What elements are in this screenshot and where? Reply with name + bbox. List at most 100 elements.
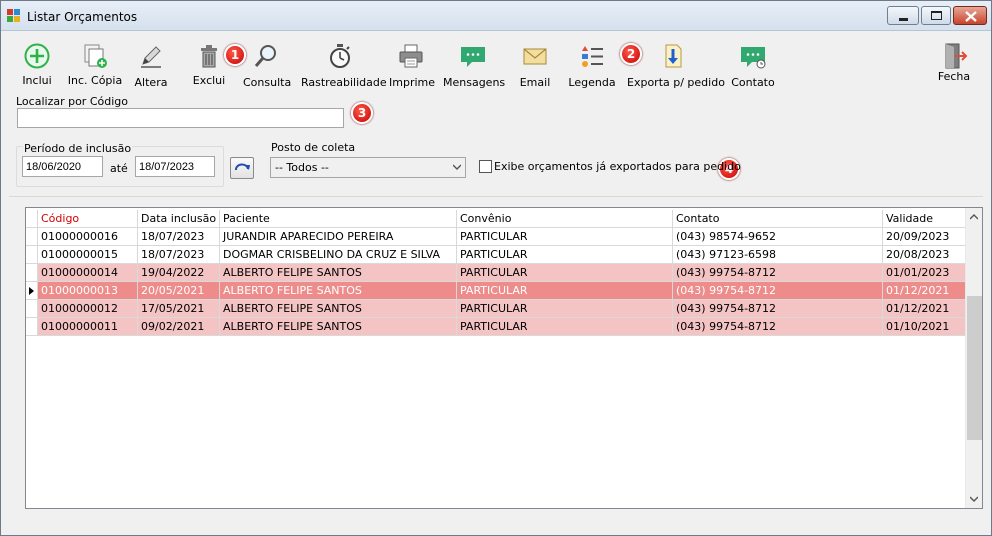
grid-cell-paciente[interactable]: JURANDIR APARECIDO PEREIRA [220, 228, 457, 246]
close-window-button[interactable] [953, 6, 987, 25]
maximize-button[interactable] [921, 6, 951, 25]
grid-column-header[interactable]: Código [38, 210, 138, 228]
grid-cell-data[interactable]: 19/04/2022 [138, 264, 220, 282]
exported-checkbox[interactable] [479, 160, 492, 173]
grid-column-header[interactable]: Paciente [220, 210, 457, 228]
grid-cell-validade[interactable]: 01/01/2023 [883, 264, 966, 282]
grid-cell-codigo[interactable]: 01000000015 [38, 246, 138, 264]
export-document-icon [665, 44, 682, 68]
grid-cell-validade[interactable]: 01/10/2021 [883, 318, 966, 336]
refresh-icon [235, 163, 250, 171]
grid-column-header[interactable]: Validade [883, 210, 966, 228]
title-bar[interactable]: Listar Orçamentos [1, 1, 991, 31]
consulta-label: Consulta [243, 76, 292, 89]
grid-cell-codigo[interactable]: 01000000012 [38, 300, 138, 318]
grid-cell-validade[interactable]: 20/09/2023 [883, 228, 966, 246]
envelope-icon [523, 48, 547, 65]
grid-row-indicator[interactable] [26, 282, 38, 300]
grid-column-header[interactable]: Convênio [457, 210, 673, 228]
grid-cell-convenio[interactable]: PARTICULAR [457, 228, 673, 246]
exclui-label: Exclui [192, 74, 226, 87]
inc-copia-button[interactable]: Inc. Cópia [67, 40, 123, 90]
altera-label: Altera [134, 76, 168, 89]
exported-checkbox-label[interactable]: Exibe orçamentos já exportados para pedi… [494, 160, 741, 173]
consulta-button[interactable]: Consulta [243, 40, 292, 90]
vertical-scrollbar[interactable] [965, 208, 982, 508]
altera-button[interactable]: Altera [131, 40, 171, 90]
grid-cell-codigo[interactable]: 01000000016 [38, 228, 138, 246]
grid-cell-codigo[interactable]: 01000000011 [38, 318, 138, 336]
grid-cell-data[interactable]: 09/02/2021 [138, 318, 220, 336]
grid-cell-codigo[interactable]: 01000000013 [38, 282, 138, 300]
grid-cell-validade[interactable]: 01/12/2021 [883, 300, 966, 318]
toolbar: Inclui Inc. Cópia Altera Exclui Consulta… [1, 32, 991, 90]
period-label: Período de inclusão [23, 142, 133, 155]
grid-cell-paciente[interactable]: ALBERTO FELIPE SANTOS [220, 300, 457, 318]
inc-copia-label: Inc. Cópia [67, 74, 123, 87]
grid-cell-contato[interactable]: (043) 99754-8712 [673, 300, 883, 318]
grid-cell-contato[interactable]: (043) 99754-8712 [673, 318, 883, 336]
period-from-input[interactable] [22, 156, 103, 177]
minimize-icon [899, 18, 908, 21]
grid-cell-convenio[interactable]: PARTICULAR [457, 264, 673, 282]
exclui-button[interactable]: Exclui [187, 40, 231, 90]
rastreabilidade-button[interactable]: Rastreabilidade [301, 40, 387, 90]
grid-row-indicator[interactable] [26, 318, 38, 336]
scroll-thumb[interactable] [967, 296, 982, 440]
magnifier-icon [254, 45, 276, 67]
refresh-button[interactable] [230, 157, 254, 179]
inclui-button[interactable]: Inclui [15, 40, 59, 90]
grid-cell-paciente[interactable]: ALBERTO FELIPE SANTOS [220, 318, 457, 336]
scroll-up-icon[interactable] [970, 213, 978, 221]
grid-row-indicator[interactable] [26, 228, 38, 246]
callout-badge-1: 1 [224, 44, 246, 66]
period-separator: até [110, 162, 128, 175]
exporta-pedido-button[interactable]: Exporta p/ pedido [627, 40, 725, 90]
grid-column-header[interactable]: Data inclusão [138, 210, 220, 228]
grid-cell-convenio[interactable]: PARTICULAR [457, 282, 673, 300]
grid-cell-validade[interactable]: 01/12/2021 [883, 282, 966, 300]
contato-button[interactable]: Contato [729, 40, 777, 90]
trash-icon [201, 45, 217, 68]
grid-header-indicator [26, 210, 38, 228]
minimize-button[interactable] [887, 6, 919, 25]
grid-column-header[interactable]: Contato [673, 210, 883, 228]
current-row-arrow-icon [29, 287, 34, 295]
grid-cell-contato[interactable]: (043) 99754-8712 [673, 282, 883, 300]
pencil-icon [141, 46, 161, 68]
mensagens-label: Mensagens [443, 76, 506, 89]
grid-cell-paciente[interactable]: ALBERTO FELIPE SANTOS [220, 282, 457, 300]
grid-cell-contato[interactable]: (043) 97123-6598 [673, 246, 883, 264]
grid-cell-data[interactable]: 20/05/2021 [138, 282, 220, 300]
contato-label: Contato [731, 76, 775, 89]
grid-cell-data[interactable]: 17/05/2021 [138, 300, 220, 318]
scroll-down-icon[interactable] [970, 495, 978, 503]
grid-cell-paciente[interactable]: DOGMAR CRISBELINO DA CRUZ E SILVA [220, 246, 457, 264]
search-label: Localizar por Código [16, 95, 128, 108]
fecha-button[interactable]: Fecha [933, 40, 975, 90]
grid-cell-convenio[interactable]: PARTICULAR [457, 318, 673, 336]
grid-cell-contato[interactable]: (043) 99754-8712 [673, 264, 883, 282]
imprime-button[interactable]: Imprime [389, 40, 435, 90]
grid-row-indicator[interactable] [26, 246, 38, 264]
period-to-input[interactable] [135, 156, 215, 177]
mensagens-button[interactable]: Mensagens [443, 40, 506, 90]
grid-cell-convenio[interactable]: PARTICULAR [457, 246, 673, 264]
grid-row-indicator[interactable] [26, 300, 38, 318]
email-label: Email [519, 76, 551, 89]
posto-select[interactable]: -- Todos -- [270, 157, 466, 178]
grid-cell-contato[interactable]: (043) 98574-9652 [673, 228, 883, 246]
inclui-label: Inclui [22, 74, 52, 87]
legenda-button[interactable]: Legenda [567, 40, 617, 90]
email-button[interactable]: Email [515, 40, 555, 90]
grid-cell-validade[interactable]: 20/08/2023 [883, 246, 966, 264]
grid-cell-data[interactable]: 18/07/2023 [138, 246, 220, 264]
grid-cell-codigo[interactable]: 01000000014 [38, 264, 138, 282]
stopwatch-icon [330, 44, 350, 68]
search-code-input[interactable] [17, 108, 344, 128]
grid-row-indicator[interactable] [26, 264, 38, 282]
grid-cell-convenio[interactable]: PARTICULAR [457, 300, 673, 318]
grid-cell-paciente[interactable]: ALBERTO FELIPE SANTOS [220, 264, 457, 282]
printer-icon [399, 44, 423, 68]
grid-cell-data[interactable]: 18/07/2023 [138, 228, 220, 246]
